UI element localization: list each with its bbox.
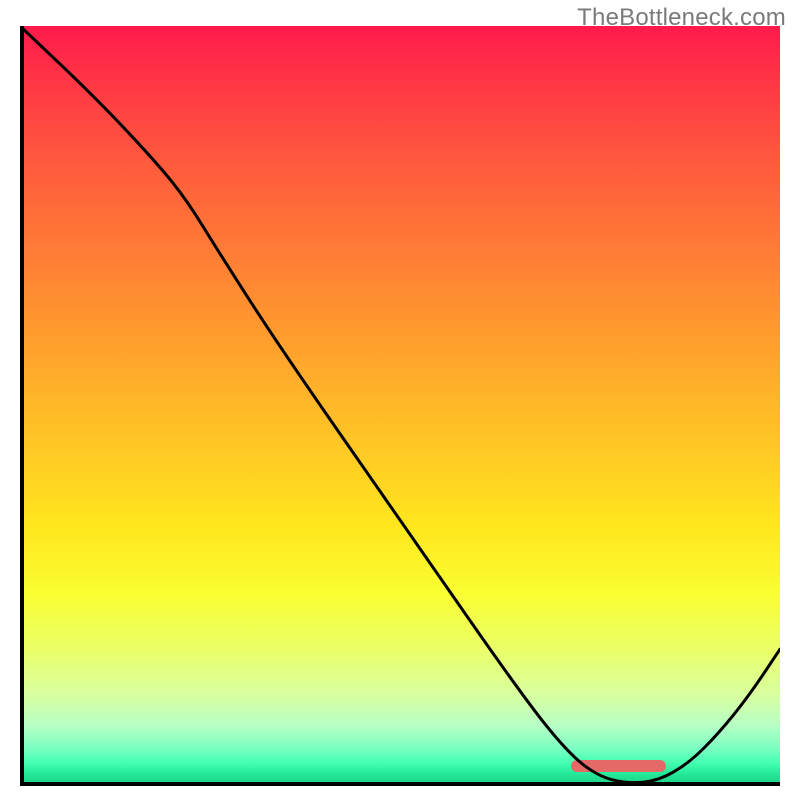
chart-marker-pill: [571, 760, 666, 772]
watermark-text: TheBottleneck.com: [577, 4, 786, 32]
chart-plot-area: [20, 26, 780, 786]
chart-background-gradient: [20, 26, 780, 786]
